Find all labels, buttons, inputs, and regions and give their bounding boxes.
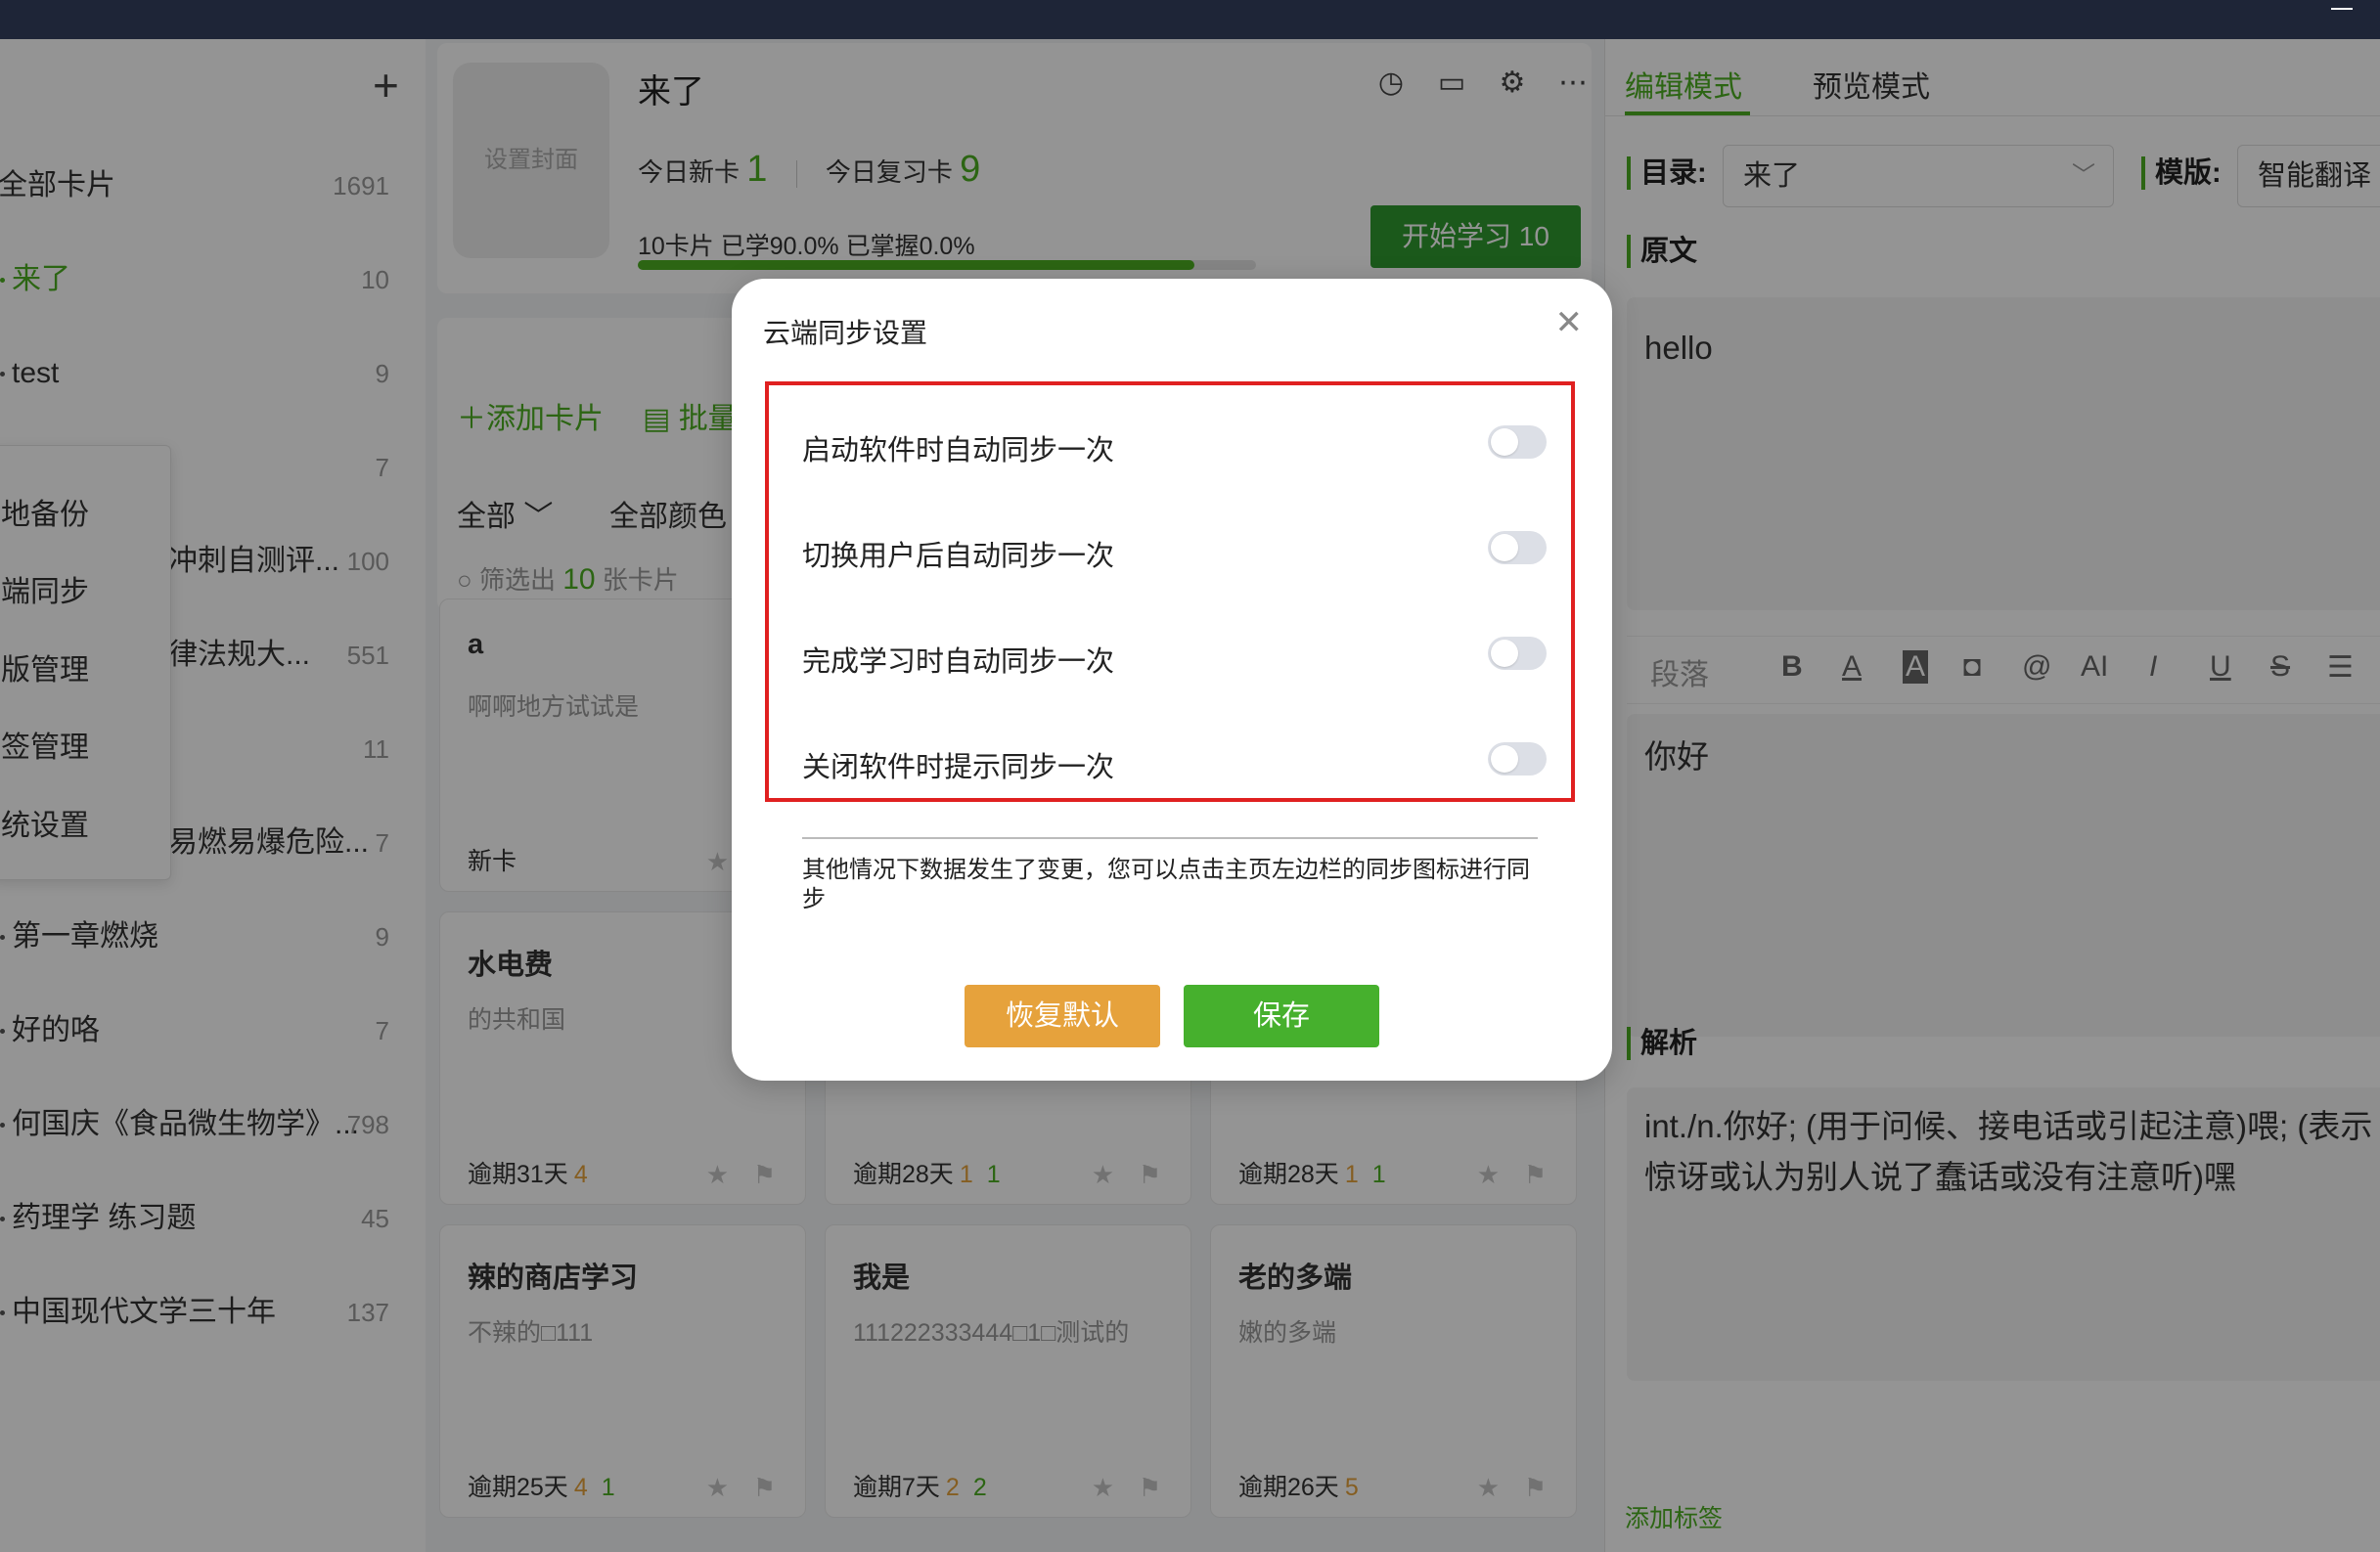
sync-option: 完成学习时自动同步一次 <box>802 637 1547 678</box>
save-button[interactable]: 保存 <box>1184 985 1379 1047</box>
toggle-switch[interactable] <box>1488 425 1547 459</box>
option-label: 启动软件时自动同步一次 <box>802 435 1115 466</box>
sync-note: 其他情况下数据发生了变更，您可以点击主页左边栏的同步图标进行同步 <box>802 857 1530 912</box>
sync-option: 启动软件时自动同步一次 <box>802 425 1547 466</box>
reset-default-button[interactable]: 恢复默认 <box>965 985 1160 1047</box>
sync-options-highlight: 启动软件时自动同步一次 切换用户后自动同步一次 完成学习时自动同步一次 关闭软件… <box>765 381 1575 802</box>
window-titlebar <box>0 0 2380 39</box>
close-icon[interactable]: ✕ <box>1555 306 1584 339</box>
toggle-knob <box>1491 428 1518 456</box>
sync-option: 切换用户后自动同步一次 <box>802 531 1547 572</box>
option-label: 完成学习时自动同步一次 <box>802 646 1115 678</box>
sync-option: 关闭软件时提示同步一次 <box>802 742 1547 783</box>
toggle-switch[interactable] <box>1488 742 1547 776</box>
toggle-knob <box>1491 745 1518 773</box>
divider <box>802 837 1538 839</box>
option-label: 切换用户后自动同步一次 <box>802 541 1115 572</box>
toggle-switch[interactable] <box>1488 531 1547 564</box>
toggle-knob <box>1491 534 1518 561</box>
toggle-knob <box>1491 640 1518 667</box>
cloud-sync-settings-dialog: 云端同步设置 ✕ 启动软件时自动同步一次 切换用户后自动同步一次 完成学习时自动… <box>732 279 1612 1081</box>
minimize-icon[interactable] <box>2331 8 2353 10</box>
dialog-title: 云端同步设置 <box>763 318 928 348</box>
toggle-switch[interactable] <box>1488 637 1547 670</box>
option-label: 关闭软件时提示同步一次 <box>802 752 1115 783</box>
